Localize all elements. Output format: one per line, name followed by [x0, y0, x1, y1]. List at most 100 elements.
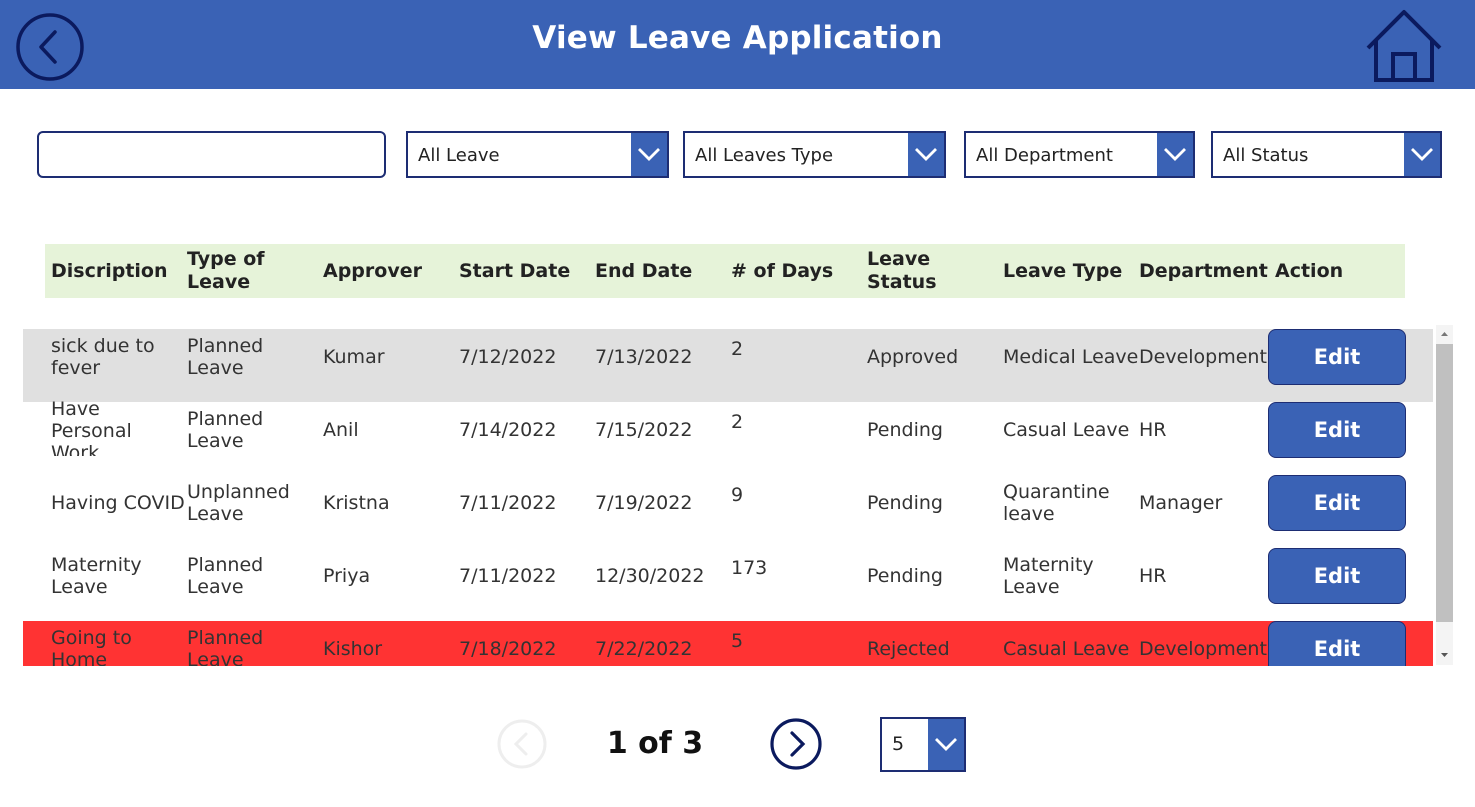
leave-filter-dropdown[interactable]: All Leave — [406, 131, 669, 178]
header-bar: View Leave Application — [0, 0, 1475, 89]
row-leave-type: Medical Leave — [1003, 346, 1139, 368]
row-description: Having COVID — [51, 492, 185, 514]
table-row[interactable]: Having COVID Unplanned Leave Kristna 7/1… — [23, 475, 1433, 548]
row-description: Maternity Leave — [51, 554, 142, 598]
row-end-date: 7/19/2022 — [595, 492, 693, 514]
row-leave-status: Pending — [867, 565, 943, 587]
column-header-days: # of Days — [731, 259, 834, 282]
status-filter-dropdown[interactable]: All Status — [1211, 131, 1442, 178]
row-leave-status: Pending — [867, 419, 943, 441]
row-start-date: 7/11/2022 — [459, 565, 557, 587]
column-header-end-date: End Date — [595, 259, 693, 282]
row-leave-type: Casual Leave — [1003, 419, 1130, 441]
page-title: View Leave Application — [532, 20, 943, 56]
chevron-down-icon — [638, 148, 660, 161]
row-end-date: 7/13/2022 — [595, 346, 693, 368]
row-department: Manager — [1139, 492, 1223, 514]
leave-type-filter-dropdown[interactable]: All Leaves Type — [683, 131, 946, 178]
row-approver: Kristna — [323, 492, 390, 514]
row-end-date: 12/30/2022 — [595, 565, 705, 587]
row-days: 2 — [731, 411, 744, 433]
caret-down-icon — [1441, 653, 1448, 657]
row-approver: Kumar — [323, 346, 385, 368]
row-leave-status: Rejected — [867, 638, 950, 660]
next-page-button[interactable] — [770, 718, 822, 770]
row-leave-type: Quarantine leave — [1003, 481, 1110, 525]
column-header-department: Department — [1139, 259, 1268, 282]
column-header-leave-status: Leave Status — [867, 248, 937, 293]
leave-filter-value: All Leave — [418, 145, 500, 166]
row-days: 173 — [731, 557, 768, 579]
department-filter-value: All Department — [976, 145, 1113, 166]
row-start-date: 7/12/2022 — [459, 346, 557, 368]
home-icon — [1366, 10, 1442, 82]
row-days: 5 — [731, 630, 744, 652]
row-days: 9 — [731, 484, 744, 506]
row-leave-status: Approved — [867, 346, 959, 368]
home-button[interactable] — [1364, 8, 1444, 84]
edit-button[interactable]: Edit — [1268, 475, 1406, 531]
row-type-of-leave: Planned Leave — [187, 408, 264, 452]
row-description: Going to Home — [51, 627, 132, 666]
status-filter-toggle[interactable] — [1404, 133, 1440, 176]
scroll-up-button[interactable] — [1436, 325, 1453, 343]
chevron-down-icon — [1164, 148, 1186, 161]
column-header-start-date: Start Date — [459, 259, 571, 282]
row-end-date: 7/22/2022 — [595, 638, 693, 660]
row-leave-status: Pending — [867, 492, 943, 514]
table-header: Discription Type of Leave Approver Start… — [45, 244, 1405, 298]
scroll-down-button[interactable] — [1436, 646, 1453, 664]
chevron-down-icon — [915, 148, 937, 161]
chevron-down-icon — [1411, 148, 1433, 161]
row-department: Development — [1139, 638, 1267, 660]
column-header-approver: Approver — [323, 259, 422, 282]
row-type-of-leave: Planned Leave — [187, 627, 264, 666]
row-days: 2 — [731, 338, 744, 360]
department-filter-dropdown[interactable]: All Department — [964, 131, 1195, 178]
page-size-value: 5 — [892, 733, 905, 755]
row-leave-type: Maternity Leave — [1003, 554, 1094, 598]
row-leave-type: Casual Leave — [1003, 638, 1130, 660]
row-start-date: 7/14/2022 — [459, 419, 557, 441]
edit-button[interactable]: Edit — [1268, 402, 1406, 458]
row-department: Development — [1139, 346, 1267, 368]
row-approver: Priya — [323, 565, 371, 587]
row-type-of-leave: Planned Leave — [187, 554, 264, 598]
table-row[interactable]: Going to Home Planned Leave Kishor 7/18/… — [23, 621, 1433, 666]
row-end-date: 7/15/2022 — [595, 419, 693, 441]
row-start-date: 7/18/2022 — [459, 638, 557, 660]
row-approver: Kishor — [323, 638, 383, 660]
edit-button[interactable]: Edit — [1268, 329, 1406, 385]
column-header-action: Action — [1275, 259, 1344, 282]
column-header-leave-type: Leave Type — [1003, 259, 1123, 282]
table-row[interactable]: Have Personal Work Planned Leave Anil 7/… — [23, 398, 1433, 475]
row-description: Have Personal Work — [51, 398, 132, 456]
table-row[interactable]: Maternity Leave Planned Leave Priya 7/11… — [23, 548, 1433, 621]
row-department: HR — [1139, 565, 1167, 587]
table-row[interactable]: sick due to fever Planned Leave Kumar 7/… — [23, 329, 1433, 402]
caret-up-icon — [1441, 332, 1448, 336]
row-type-of-leave: Unplanned Leave — [187, 481, 290, 525]
row-approver: Anil — [323, 419, 359, 441]
leave-filter-toggle[interactable] — [631, 133, 667, 176]
status-filter-value: All Status — [1223, 145, 1309, 166]
page-size-dropdown[interactable]: 5 — [880, 717, 966, 772]
chevron-down-icon — [935, 738, 957, 751]
leave-list[interactable]: sick due to fever Planned Leave Kumar 7/… — [23, 329, 1433, 666]
row-department: HR — [1139, 419, 1167, 441]
row-description: sick due to fever — [51, 335, 155, 379]
previous-page-button[interactable] — [497, 719, 547, 769]
edit-button[interactable]: Edit — [1268, 621, 1406, 666]
row-type-of-leave: Planned Leave — [187, 335, 264, 379]
search-input[interactable] — [37, 131, 386, 178]
column-header-description: Discription — [51, 259, 168, 282]
leave-type-filter-value: All Leaves Type — [695, 145, 834, 166]
edit-button[interactable]: Edit — [1268, 548, 1406, 604]
column-header-type-of-leave: Type of Leave — [187, 248, 265, 293]
row-start-date: 7/11/2022 — [459, 492, 557, 514]
page-size-toggle[interactable] — [928, 719, 964, 770]
page-indicator: 1 of 3 — [606, 726, 704, 761]
leave-type-filter-toggle[interactable] — [908, 133, 944, 176]
scrollbar-thumb[interactable] — [1436, 344, 1453, 622]
department-filter-toggle[interactable] — [1157, 133, 1193, 176]
